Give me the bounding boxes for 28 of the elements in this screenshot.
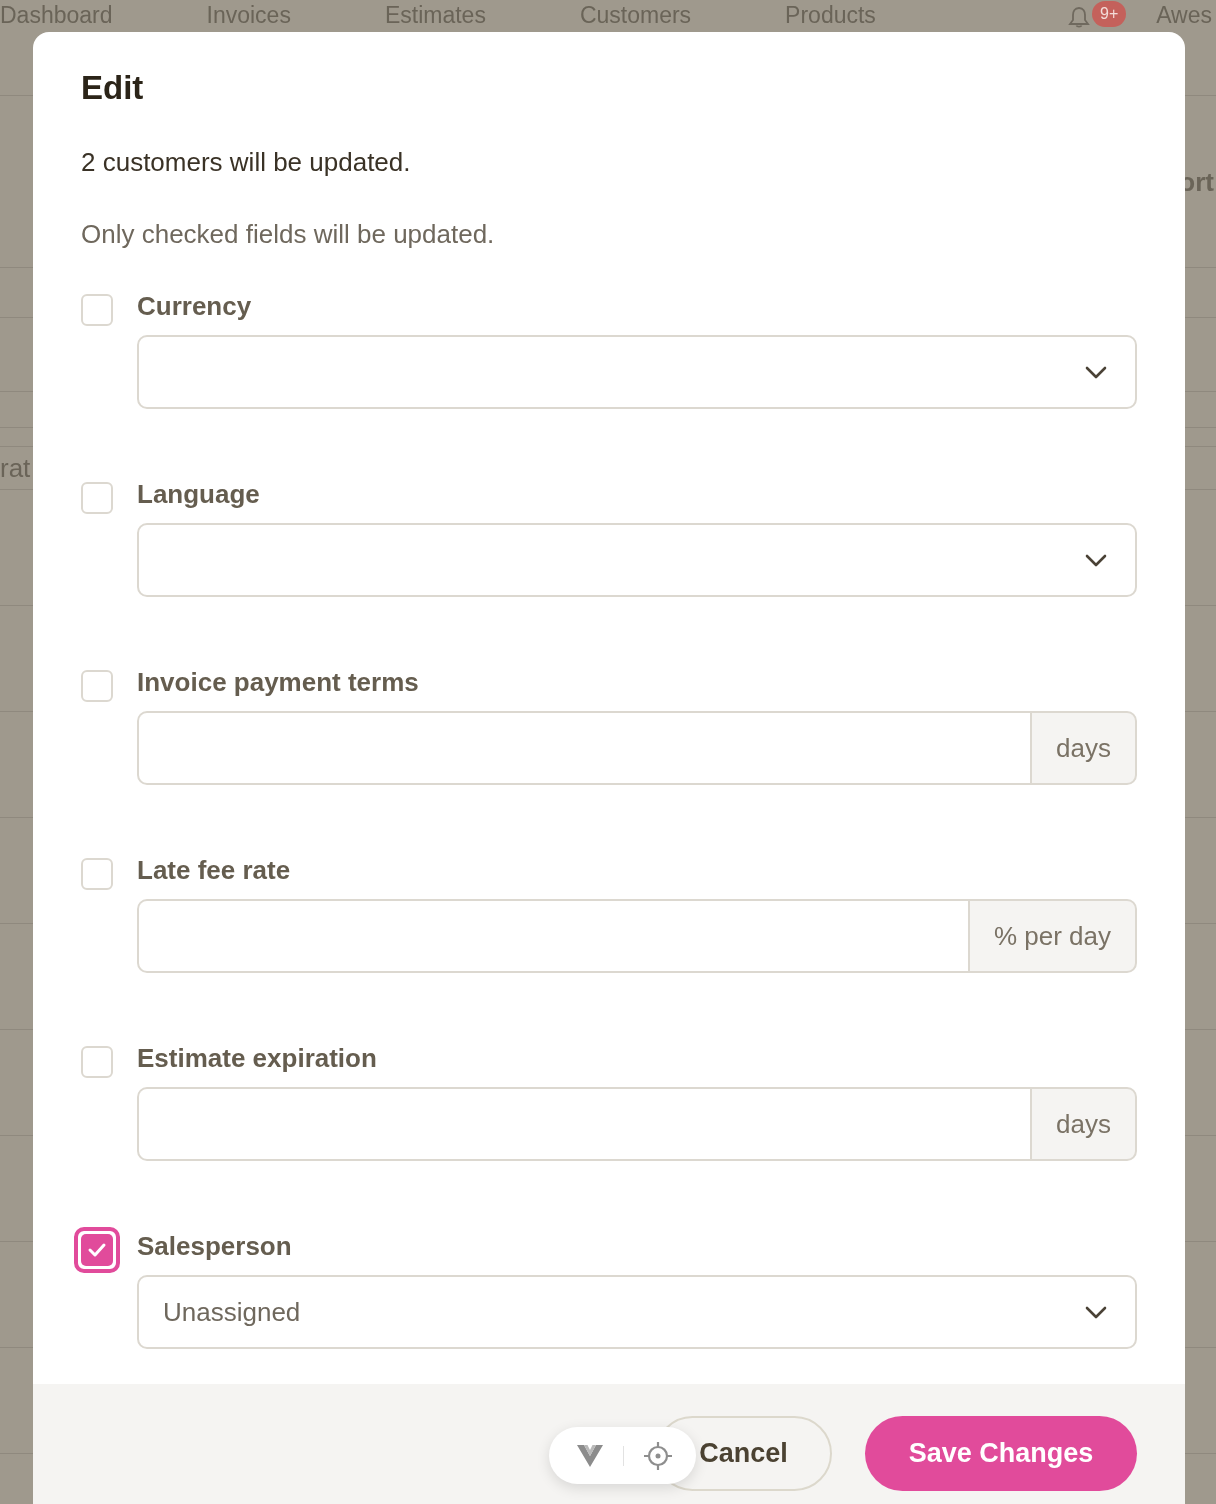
checkbox[interactable] xyxy=(74,1227,120,1273)
chevron-down-icon xyxy=(1085,365,1107,379)
check-icon xyxy=(87,1241,107,1259)
field-label: Currency xyxy=(137,290,253,323)
hint-text: Only checked fields will be updated. xyxy=(81,218,496,250)
chevron-down-icon xyxy=(1085,1305,1107,1319)
input-field[interactable] xyxy=(137,1087,1031,1161)
input-field[interactable] xyxy=(137,899,968,973)
field-label: Late fee rate xyxy=(137,854,292,887)
field-label: Language xyxy=(137,478,261,511)
dropdown-field[interactable] xyxy=(137,335,1137,409)
input-field[interactable] xyxy=(137,711,1031,785)
chevron-down-icon xyxy=(1085,553,1107,567)
unit-addon: days xyxy=(1030,1087,1137,1161)
bell-icon[interactable] xyxy=(1068,6,1091,28)
dropdown-field[interactable]: Unassigned xyxy=(137,1275,1137,1349)
v-logo-icon[interactable] xyxy=(577,1444,603,1467)
crosshair-icon[interactable] xyxy=(644,1441,672,1470)
unit-addon: days xyxy=(1030,711,1137,785)
dialog-title: Edit xyxy=(81,68,145,108)
field-label: Invoice payment terms xyxy=(137,666,420,699)
field-label: Salesperson xyxy=(137,1230,293,1263)
save-button[interactable]: Save Changes xyxy=(865,1416,1137,1491)
summary-text: 2 customers will be updated. xyxy=(81,146,412,178)
notification-badge: 9+ xyxy=(1092,1,1127,27)
field-label: Estimate expiration xyxy=(137,1042,378,1075)
unit-addon: % per day xyxy=(967,899,1137,973)
dropdown-field[interactable] xyxy=(137,523,1137,597)
